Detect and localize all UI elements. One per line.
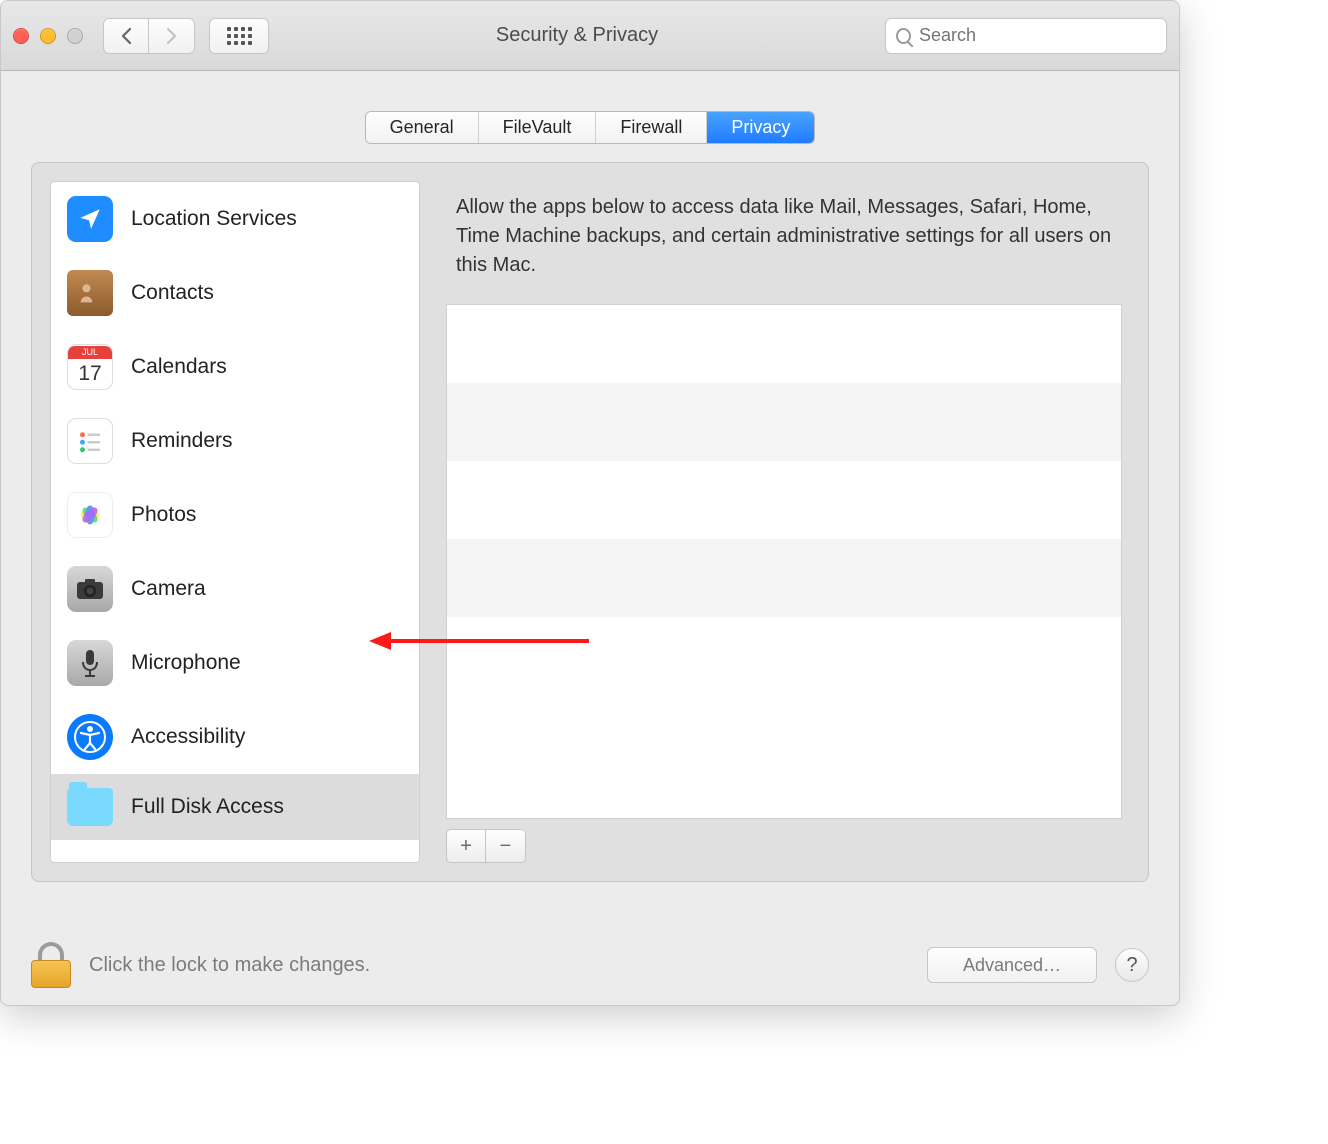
sidebar-item-label: Microphone [131, 651, 241, 675]
tab-general[interactable]: General [366, 112, 479, 143]
calendar-icon: JUL 17 [67, 344, 113, 390]
sidebar-item-contacts[interactable]: Contacts [51, 256, 419, 330]
detail-description: Allow the apps below to access data like… [438, 181, 1130, 304]
sidebar-item-label: Accessibility [131, 725, 245, 749]
accessibility-icon [67, 714, 113, 760]
tab-firewall[interactable]: Firewall [596, 112, 707, 143]
window-title: Security & Privacy [283, 24, 871, 47]
lock-hint-text: Click the lock to make changes. [89, 954, 909, 977]
grid-icon [227, 27, 252, 45]
app-list-row [447, 383, 1121, 461]
app-list-row [447, 539, 1121, 617]
reminders-icon [67, 418, 113, 464]
search-input[interactable] [919, 25, 1156, 46]
photos-icon [67, 492, 113, 538]
close-window-button[interactable] [13, 28, 29, 44]
privacy-sidebar: Location Services Contacts JUL 17 Calend… [50, 181, 420, 863]
add-remove-segment: + − [446, 829, 1122, 863]
sidebar-item-label: Location Services [131, 207, 297, 231]
main-panel: Location Services Contacts JUL 17 Calend… [31, 162, 1149, 882]
sidebar-item-label: Contacts [131, 281, 214, 305]
sidebar-item-label: Calendars [131, 355, 227, 379]
back-button[interactable] [103, 18, 149, 54]
app-list-row [447, 305, 1121, 383]
add-app-button[interactable]: + [446, 829, 486, 863]
contacts-icon [67, 270, 113, 316]
search-icon [896, 28, 911, 44]
tab-filevault[interactable]: FileVault [479, 112, 597, 143]
preferences-window: Security & Privacy General FileVault Fir… [0, 0, 1180, 1006]
search-field[interactable] [885, 18, 1167, 54]
folder-icon [67, 788, 113, 826]
sidebar-item-label: Reminders [131, 429, 233, 453]
toolbar: Security & Privacy [1, 1, 1179, 71]
footer: Click the lock to make changes. Advanced… [1, 925, 1179, 1005]
sidebar-item-reminders[interactable]: Reminders [51, 404, 419, 478]
app-list[interactable] [446, 304, 1122, 819]
sidebar-item-label: Camera [131, 577, 206, 601]
minimize-window-button[interactable] [40, 28, 56, 44]
tabs-row: General FileVault Firewall Privacy [1, 71, 1179, 162]
forward-button[interactable] [149, 18, 195, 54]
help-button[interactable]: ? [1115, 948, 1149, 982]
sidebar-item-photos[interactable]: Photos [51, 478, 419, 552]
tab-privacy[interactable]: Privacy [707, 112, 814, 143]
location-icon [67, 196, 113, 242]
detail-pane: Allow the apps below to access data like… [438, 181, 1130, 863]
window-controls [13, 28, 83, 44]
tabs: General FileVault Firewall Privacy [365, 111, 816, 144]
sidebar-item-calendars[interactable]: JUL 17 Calendars [51, 330, 419, 404]
show-all-button[interactable] [209, 18, 269, 54]
sidebar-item-full-disk-access[interactable]: Full Disk Access [51, 774, 419, 840]
lock-icon[interactable] [31, 942, 71, 988]
nav-segment [103, 18, 195, 54]
sidebar-item-accessibility[interactable]: Accessibility [51, 700, 419, 774]
microphone-icon [67, 640, 113, 686]
sidebar-item-location[interactable]: Location Services [51, 182, 419, 256]
advanced-button[interactable]: Advanced… [927, 947, 1097, 983]
sidebar-item-label: Full Disk Access [131, 795, 284, 819]
sidebar-item-label: Photos [131, 503, 196, 527]
sidebar-item-camera[interactable]: Camera [51, 552, 419, 626]
remove-app-button[interactable]: − [486, 829, 526, 863]
camera-icon [67, 566, 113, 612]
zoom-window-button [67, 28, 83, 44]
app-list-row [447, 461, 1121, 539]
sidebar-item-microphone[interactable]: Microphone [51, 626, 419, 700]
